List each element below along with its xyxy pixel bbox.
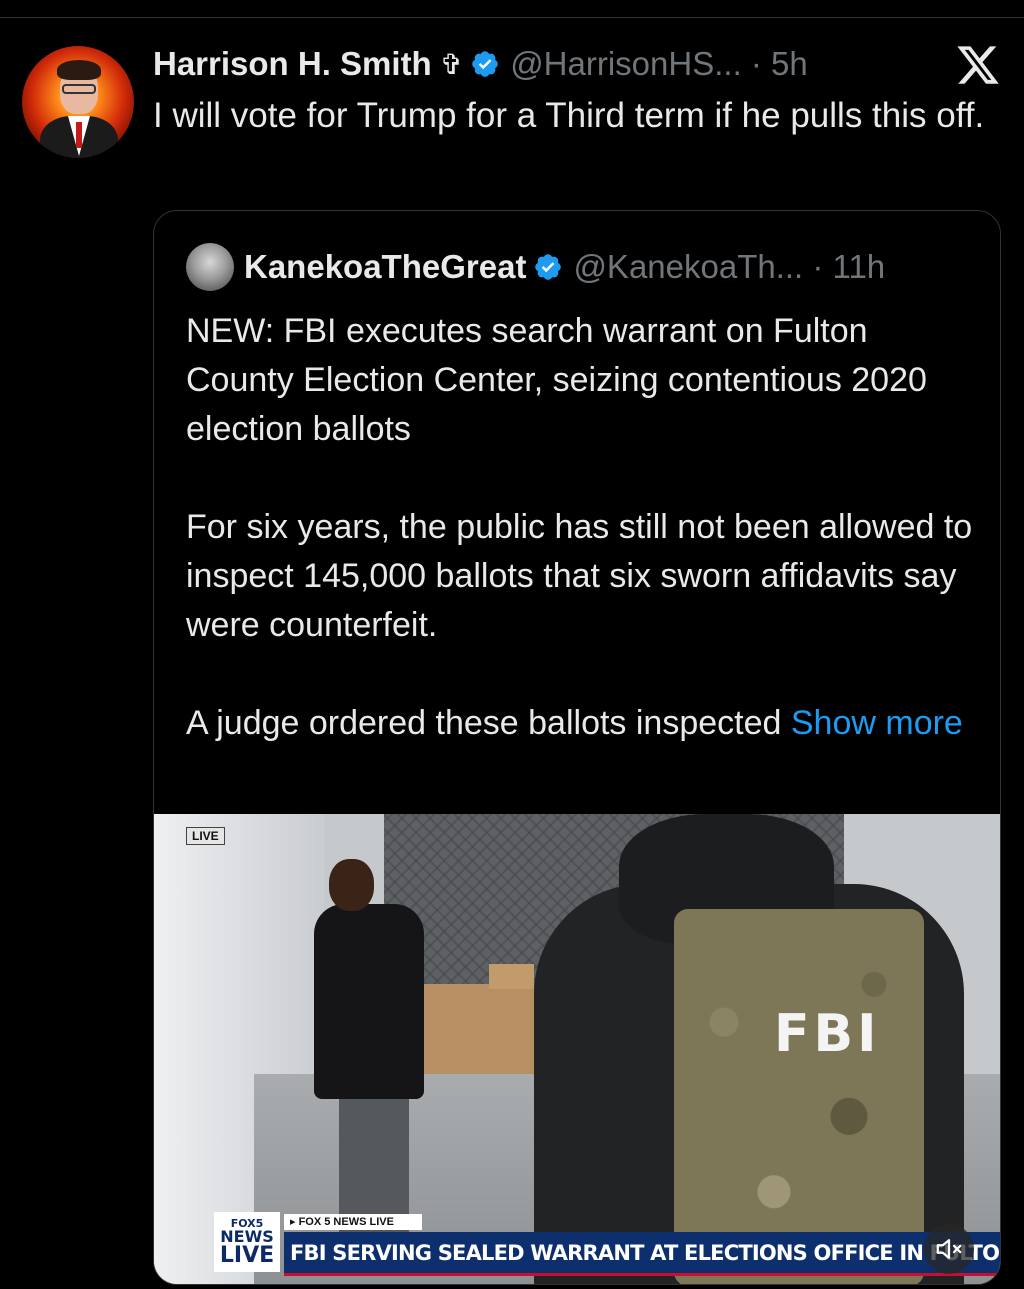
verified-badge-icon bbox=[533, 252, 563, 282]
video-thumbnail[interactable]: FBI LIVE FOX5 NEWS LIVE ▸ FOX 5 NEWS LIV… bbox=[154, 814, 1000, 1284]
tweet-header: Harrison H. Smith ✞ @HarrisonHS... · 5h bbox=[153, 40, 808, 88]
x-logo-icon[interactable] bbox=[955, 42, 1001, 88]
avatar-hair bbox=[57, 60, 101, 80]
ticker-headline: FBI SERVING SEALED WARRANT AT ELECTIONS … bbox=[284, 1232, 1000, 1274]
quoted-author-handle-time[interactable]: @KanekoaTh... · 11h bbox=[573, 248, 885, 286]
person-head bbox=[329, 859, 374, 911]
show-more-link[interactable]: Show more bbox=[791, 704, 963, 742]
author-avatar[interactable] bbox=[22, 46, 134, 158]
scene-person-left bbox=[314, 859, 424, 1239]
quoted-paragraph-3-text: A judge ordered these ballots inspected bbox=[186, 704, 791, 742]
news-ticker: FOX5 NEWS LIVE ▸ FOX 5 NEWS LIVE FBI SER… bbox=[214, 1212, 1000, 1276]
quoted-tweet-body: NEW: FBI executes search warrant on Fult… bbox=[186, 307, 976, 748]
author-name[interactable]: Harrison H. Smith bbox=[153, 45, 432, 83]
quoted-tweet-header: KanekoaTheGreat @KanekoaTh... · 11h bbox=[186, 243, 885, 291]
quoted-author-avatar[interactable] bbox=[186, 243, 234, 291]
quoted-author-name[interactable]: KanekoaTheGreat bbox=[244, 248, 526, 286]
person-jacket bbox=[314, 904, 424, 1099]
author-handle-time[interactable]: @HarrisonHS... · 5h bbox=[510, 45, 808, 83]
quoted-tweet-card[interactable]: KanekoaTheGreat @KanekoaTh... · 11h NEW:… bbox=[153, 210, 1001, 1285]
ticker-subbar: ▸ FOX 5 NEWS LIVE bbox=[284, 1214, 422, 1230]
tweet-text: I will vote for Trump for a Third term i… bbox=[153, 96, 985, 135]
top-divider bbox=[0, 17, 1024, 18]
verified-badge-icon bbox=[470, 49, 500, 79]
logo-line-3: LIVE bbox=[219, 1242, 275, 1268]
avatar-tie bbox=[76, 122, 82, 148]
vest-fbi-label: FBI bbox=[774, 1004, 881, 1064]
scene-boxes bbox=[424, 984, 534, 1074]
live-tag: LIVE bbox=[186, 827, 225, 845]
author-cross-symbol: ✞ bbox=[439, 48, 464, 80]
quoted-paragraph-2: For six years, the public has still not … bbox=[186, 508, 973, 644]
ticker-red-line bbox=[284, 1273, 1000, 1276]
speaker-muted-icon[interactable] bbox=[924, 1224, 974, 1274]
fox5-news-live-logo: FOX5 NEWS LIVE bbox=[214, 1212, 280, 1272]
avatar-glasses bbox=[62, 84, 96, 94]
quoted-paragraph-1: NEW: FBI executes search warrant on Fult… bbox=[186, 312, 927, 448]
quoted-paragraph-3: A judge ordered these ballots inspected … bbox=[186, 699, 976, 748]
